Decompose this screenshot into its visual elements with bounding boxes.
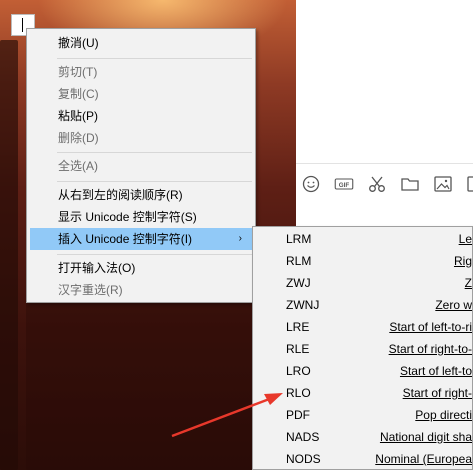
submenu-desc: Start of right-to- [388, 342, 472, 356]
menu-item-insert-unicode-control[interactable]: 插入 Unicode 控制字符(I) › [30, 228, 252, 250]
submenu-item-rle[interactable]: RLE Start of right-to- [256, 338, 472, 360]
menu-item-label: 删除(D) [58, 131, 99, 145]
gif-icon-text: GIF [339, 182, 350, 189]
submenu-code: RLE [286, 342, 310, 356]
menu-item-reconversion: 汉字重选(R) [30, 279, 252, 301]
menu-item-paste[interactable]: 粘贴(P) [30, 105, 252, 127]
submenu-desc: Start of left-to [399, 364, 472, 378]
submenu-item-nads[interactable]: NADS National digit sha [256, 426, 472, 448]
menu-item-label: 粘贴(P) [58, 109, 98, 123]
submenu-code: LRE [286, 320, 310, 334]
submenu-desc: Le [458, 232, 472, 246]
submenu-desc: Z [464, 276, 472, 290]
submenu-item-lre[interactable]: LRE Start of left-to-ri [256, 316, 472, 338]
submenu-desc: Nominal (Europea [375, 452, 472, 466]
scissors-icon[interactable] [366, 173, 388, 195]
menu-item-rtl-reading-order[interactable]: 从右到左的阅读顺序(R) [30, 184, 252, 206]
submenu-code: RLM [286, 254, 312, 268]
submenu-code: NADS [286, 430, 320, 444]
menu-item-label: 插入 Unicode 控制字符(I) [58, 232, 193, 246]
chat-divider [296, 163, 473, 164]
context-menu: 撤消(U) 剪切(T) 复制(C) 粘贴(P) 删除(D) 全选(A) 从右到左… [26, 28, 256, 303]
submenu-code: ZWJ [286, 276, 311, 290]
gif-icon[interactable]: GIF [333, 173, 355, 195]
emoji-icon[interactable] [300, 173, 322, 195]
submenu-arrow-icon: › [238, 233, 242, 244]
menu-item-label: 全选(A) [58, 159, 98, 173]
chat-toolbar: GIF [300, 172, 473, 196]
submenu-desc: Zero w [435, 298, 472, 312]
submenu-item-zwj[interactable]: ZWJ Z [256, 272, 472, 294]
menu-separator [57, 181, 252, 182]
submenu-desc: Start of right- [402, 386, 472, 400]
menu-item-undo[interactable]: 撤消(U) [30, 32, 252, 54]
menu-item-label: 打开输入法(O) [58, 261, 136, 275]
submenu-item-lro[interactable]: LRO Start of left-to [256, 360, 472, 382]
submenu-desc: Start of left-to-ri [389, 320, 472, 334]
submenu-item-zwnj[interactable]: ZWNJ Zero w [256, 294, 472, 316]
menu-item-open-ime[interactable]: 打开输入法(O) [30, 257, 252, 279]
submenu-code: RLO [286, 386, 311, 400]
menu-item-label: 汉字重选(R) [58, 283, 123, 297]
screenshot-icon[interactable] [465, 173, 473, 195]
submenu-desc: Pop directi [415, 408, 472, 422]
menu-item-label: 从右到左的阅读顺序(R) [58, 188, 183, 202]
image-icon[interactable] [432, 173, 454, 195]
menu-item-delete: 删除(D) [30, 127, 252, 149]
submenu-item-nods[interactable]: NODS Nominal (Europea [256, 448, 472, 470]
submenu-code: NODS [286, 452, 321, 466]
menu-item-show-unicode-control[interactable]: 显示 Unicode 控制字符(S) [30, 206, 252, 228]
submenu-item-lrm[interactable]: LRM Le [256, 228, 472, 250]
menu-separator [57, 152, 252, 153]
submenu-desc: National digit sha [379, 430, 472, 444]
menu-item-cut: 剪切(T) [30, 61, 252, 83]
submenu-item-rlo[interactable]: RLO Start of right- [256, 382, 472, 404]
menu-item-label: 剪切(T) [58, 65, 98, 79]
menu-item-label: 显示 Unicode 控制字符(S) [58, 210, 197, 224]
menu-separator [57, 254, 252, 255]
submenu-code: LRO [286, 364, 311, 378]
folder-icon[interactable] [399, 173, 421, 195]
menu-item-select-all: 全选(A) [30, 155, 252, 177]
submenu-code: ZWNJ [286, 298, 320, 312]
menu-item-label: 复制(C) [58, 87, 99, 101]
menu-item-copy: 复制(C) [30, 83, 252, 105]
wallpaper-silhouette [0, 40, 18, 470]
submenu-code: LRM [286, 232, 312, 246]
submenu-item-rlm[interactable]: RLM Rig [256, 250, 472, 272]
menu-separator [57, 58, 252, 59]
wallpaper-shadow [26, 300, 256, 470]
menu-item-label: 撤消(U) [58, 36, 99, 50]
submenu-code: PDF [286, 408, 310, 422]
submenu-desc: Rig [453, 254, 472, 268]
unicode-control-submenu: LRM Le RLM Rig ZWJ Z ZWNJ Zero w LRE Start of… [252, 226, 473, 470]
submenu-item-pdf[interactable]: PDF Pop directi [256, 404, 472, 426]
